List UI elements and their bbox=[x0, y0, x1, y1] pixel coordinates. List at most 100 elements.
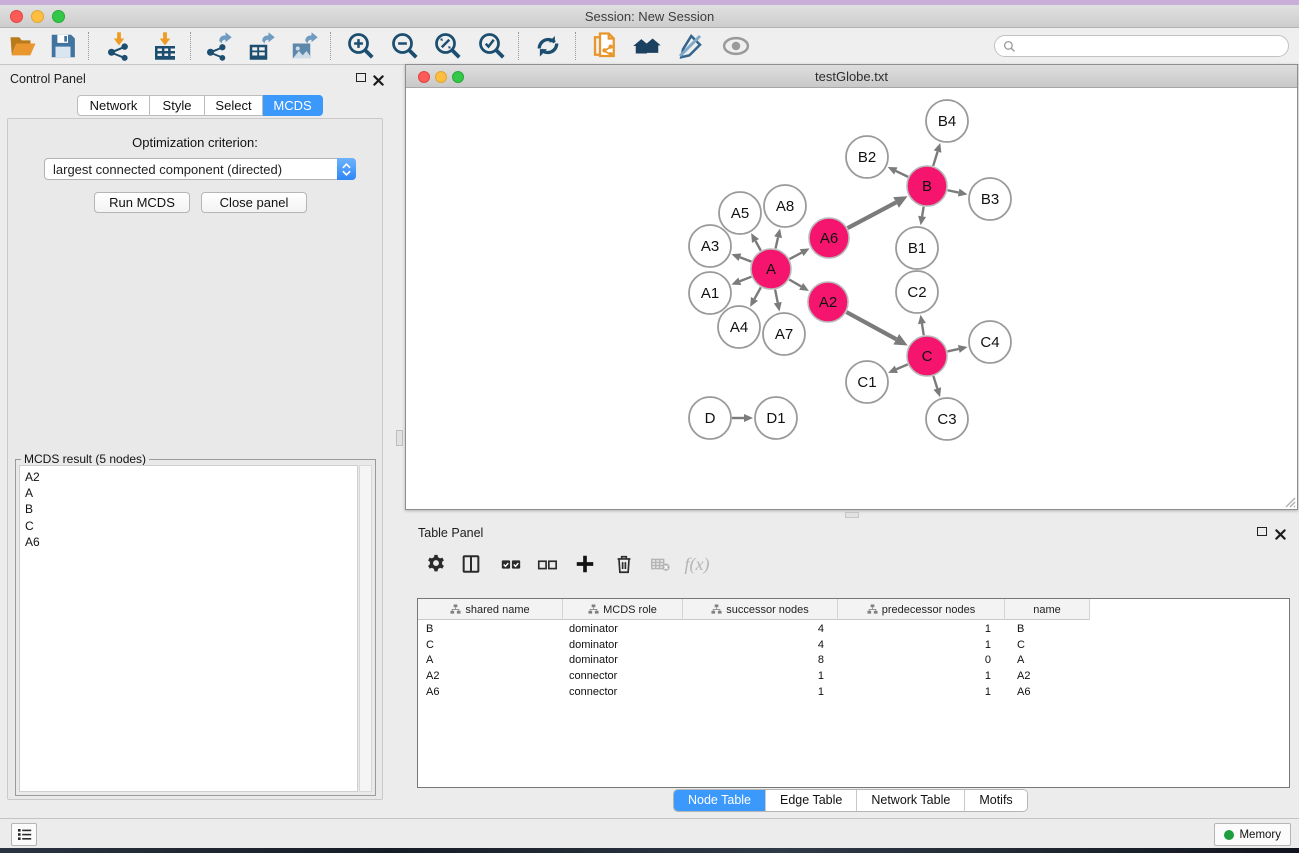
network-node-B4[interactable]: B4 bbox=[926, 100, 968, 142]
float-panel-icon[interactable] bbox=[1257, 527, 1267, 536]
mcds-result-scrollbar[interactable] bbox=[359, 465, 372, 792]
table-row[interactable]: A6connector11A6 bbox=[418, 684, 1289, 700]
column-settings-gear-icon[interactable] bbox=[422, 550, 450, 578]
search-input[interactable] bbox=[1021, 39, 1280, 53]
zoom-out-icon[interactable] bbox=[390, 31, 420, 61]
network-node-C3[interactable]: C3 bbox=[926, 398, 968, 440]
mcds-result-item[interactable]: A2 bbox=[20, 469, 357, 485]
network-edge-B-B2[interactable] bbox=[888, 167, 908, 177]
network-edge-B-B4[interactable] bbox=[933, 143, 941, 166]
network-canvas[interactable]: AA1A2A3A4A5A6A7A8BB1B2B3B4CC1C2C3C4DD1 bbox=[406, 89, 1297, 509]
network-edge-A-A8[interactable] bbox=[774, 228, 782, 248]
network-edge-A2-C[interactable] bbox=[846, 312, 907, 345]
column-header-shared-name[interactable]: shared name bbox=[418, 599, 563, 620]
browser-home-icon[interactable] bbox=[632, 31, 662, 61]
network-edge-B-B1[interactable] bbox=[918, 207, 926, 226]
export-table-icon[interactable] bbox=[246, 31, 276, 61]
search-field[interactable] bbox=[994, 35, 1289, 57]
network-edge-A-A6[interactable] bbox=[790, 248, 810, 259]
clone-network-icon[interactable] bbox=[590, 31, 620, 61]
tab-node-table[interactable]: Node Table bbox=[674, 790, 765, 811]
network-node-D1[interactable]: D1 bbox=[755, 397, 797, 439]
network-node-A2[interactable]: A2 bbox=[808, 282, 848, 322]
table-row[interactable]: Bdominator41B bbox=[418, 621, 1289, 637]
network-node-A5[interactable]: A5 bbox=[719, 192, 761, 234]
tab-network[interactable]: Network bbox=[77, 95, 150, 116]
column-header-predecessor-nodes[interactable]: predecessor nodes bbox=[838, 599, 1005, 620]
network-edge-C-C2[interactable] bbox=[918, 315, 926, 336]
import-network-icon[interactable] bbox=[104, 31, 134, 61]
import-table-icon[interactable] bbox=[150, 31, 180, 61]
network-edge-A-A3[interactable] bbox=[732, 254, 752, 262]
run-mcds-button[interactable]: Run MCDS bbox=[94, 192, 190, 213]
network-edge-A-A4[interactable] bbox=[750, 287, 761, 306]
network-edge-D-D1[interactable] bbox=[732, 414, 753, 422]
network-node-A4[interactable]: A4 bbox=[718, 306, 760, 348]
optimization-criterion-select[interactable]: largest connected component (directed) bbox=[44, 158, 356, 180]
tab-mcds[interactable]: MCDS bbox=[263, 95, 323, 116]
float-panel-icon[interactable] bbox=[356, 73, 366, 82]
close-panel-icon[interactable] bbox=[373, 73, 384, 84]
network-node-A[interactable]: A bbox=[751, 249, 791, 289]
show-column-panel-icon[interactable] bbox=[457, 550, 485, 578]
network-node-B[interactable]: B bbox=[907, 166, 947, 206]
mcds-result-item[interactable]: A bbox=[20, 485, 357, 501]
network-node-A3[interactable]: A3 bbox=[689, 225, 731, 267]
hide-annotations-icon[interactable] bbox=[675, 31, 705, 61]
network-edge-A-A2[interactable] bbox=[789, 280, 809, 291]
network-edge-C-C4[interactable] bbox=[947, 345, 967, 353]
zoom-fit-icon[interactable] bbox=[433, 31, 463, 61]
network-node-B1[interactable]: B1 bbox=[896, 227, 938, 269]
create-new-column-icon[interactable] bbox=[571, 550, 599, 578]
select-all-columns-icon[interactable] bbox=[497, 550, 525, 578]
column-header-successor-nodes[interactable]: successor nodes bbox=[683, 599, 838, 620]
tab-network-table[interactable]: Network Table bbox=[856, 790, 964, 811]
resize-grip-icon[interactable] bbox=[1282, 494, 1296, 508]
mcds-result-item[interactable]: C bbox=[20, 518, 357, 534]
close-panel-icon[interactable] bbox=[1275, 527, 1286, 538]
open-session-icon[interactable] bbox=[8, 31, 38, 61]
column-header-MCDS-role[interactable]: MCDS role bbox=[563, 599, 683, 620]
function-builder-icon[interactable]: f(x) bbox=[683, 550, 711, 578]
table-row[interactable]: Cdominator41C bbox=[418, 637, 1289, 653]
table-row[interactable]: Adominator80A bbox=[418, 652, 1289, 668]
network-node-C1[interactable]: C1 bbox=[846, 361, 888, 403]
apply-layout-icon[interactable] bbox=[533, 31, 563, 61]
network-node-C2[interactable]: C2 bbox=[896, 271, 938, 313]
close-panel-button[interactable]: Close panel bbox=[201, 192, 307, 213]
zoom-selected-icon[interactable] bbox=[477, 31, 507, 61]
divider-grip[interactable] bbox=[845, 512, 859, 518]
network-edge-A-A7[interactable] bbox=[774, 290, 782, 312]
network-edge-C-C3[interactable] bbox=[933, 376, 941, 397]
divider-grip[interactable] bbox=[396, 430, 403, 446]
tab-motifs[interactable]: Motifs bbox=[964, 790, 1026, 811]
export-network-icon[interactable] bbox=[203, 31, 233, 61]
tab-style[interactable]: Style bbox=[150, 95, 205, 116]
export-image-icon[interactable] bbox=[289, 31, 319, 61]
tab-select[interactable]: Select bbox=[205, 95, 263, 116]
delete-table-icon[interactable] bbox=[646, 550, 674, 578]
network-edge-C-C1[interactable] bbox=[888, 364, 908, 373]
task-history-button[interactable] bbox=[11, 823, 37, 846]
network-node-C4[interactable]: C4 bbox=[969, 321, 1011, 363]
network-node-D[interactable]: D bbox=[689, 397, 731, 439]
unselect-all-columns-icon[interactable] bbox=[533, 550, 561, 578]
memory-button[interactable]: Memory bbox=[1214, 823, 1291, 846]
zoom-in-icon[interactable] bbox=[346, 31, 376, 61]
network-node-A8[interactable]: A8 bbox=[764, 185, 806, 227]
mcds-result-item[interactable]: B bbox=[20, 501, 357, 517]
tab-edge-table[interactable]: Edge Table bbox=[765, 790, 856, 811]
network-edge-A-A1[interactable] bbox=[731, 277, 751, 285]
network-node-B3[interactable]: B3 bbox=[969, 178, 1011, 220]
network-node-C[interactable]: C bbox=[907, 336, 947, 376]
delete-columns-icon[interactable] bbox=[610, 550, 638, 578]
network-edge-A-A5[interactable] bbox=[751, 233, 761, 251]
column-header-name[interactable]: name bbox=[1005, 599, 1090, 620]
mcds-result-item[interactable]: A6 bbox=[20, 534, 357, 550]
network-node-A7[interactable]: A7 bbox=[763, 313, 805, 355]
show-graphics-details-icon[interactable] bbox=[721, 31, 751, 61]
network-node-B2[interactable]: B2 bbox=[846, 136, 888, 178]
network-node-A1[interactable]: A1 bbox=[689, 272, 731, 314]
save-session-icon[interactable] bbox=[48, 31, 78, 61]
table-row[interactable]: A2connector11A2 bbox=[418, 668, 1289, 684]
